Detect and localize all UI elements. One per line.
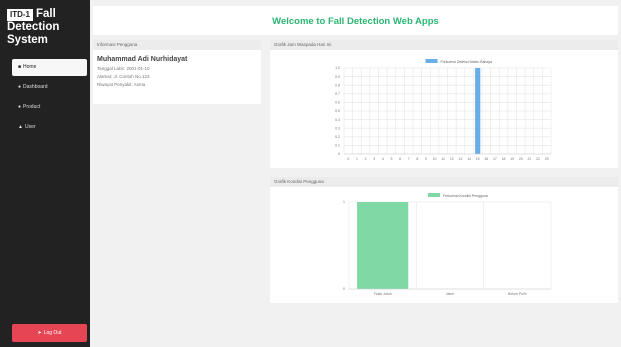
y-tick-label: 0.6 <box>335 101 340 105</box>
legend-swatch <box>425 59 438 63</box>
y-tick-label: 0.1 <box>335 144 340 148</box>
y-tick-label: 1 <box>343 200 345 204</box>
condition-chart-title: Grafik Kondisi Pengguna <box>270 177 618 187</box>
user-address: Alamat: Jl. Contoh No.123 <box>97 74 150 79</box>
user-name: Muhammad Adi Nurhidayat <box>97 56 188 63</box>
home-icon: ■ <box>18 64 22 70</box>
sidebar-item-label: Home <box>23 64 37 70</box>
x-tick-label: 5 <box>390 157 392 161</box>
logout-icon: ➤ <box>37 330 42 336</box>
sidebar-item-product[interactable]: ● Product <box>12 99 87 116</box>
x-tick-label: 16 <box>484 157 488 161</box>
page-title: Welcome to Fall Detection Web Apps <box>272 16 439 27</box>
legend-swatch <box>428 193 440 197</box>
bar <box>357 202 409 289</box>
y-tick-label: 1.0 <box>335 66 340 70</box>
x-tick-label: 18 <box>502 157 506 161</box>
y-tick-label: 0.8 <box>335 83 340 87</box>
x-tick-label: 2 <box>365 157 367 161</box>
user-medical-history: Riwayat Penyakit: Asma <box>97 82 146 87</box>
y-tick-label: 0.2 <box>335 135 340 139</box>
x-tick-label: 15 <box>476 157 480 161</box>
product-icon: ● <box>18 104 22 110</box>
x-tick-label: 7 <box>408 157 410 161</box>
app-logo: ITD-1 Fall Detection System <box>7 8 89 47</box>
user-birthdate: Tanggal Lahir: 2001-01-10 <box>97 66 150 71</box>
condition-chart-card: Grafik Kondisi Pengguna Frekuensi Kondis… <box>270 177 618 303</box>
x-tick-label: Belum Pulih <box>508 292 527 296</box>
x-tick-label: 6 <box>399 157 401 161</box>
x-tick-label: 13 <box>458 157 462 161</box>
x-tick-label: 20 <box>519 157 523 161</box>
logout-button[interactable]: ➤ Log Out <box>12 324 87 342</box>
x-tick-label: 11 <box>441 157 445 161</box>
y-tick-label: 0.9 <box>335 75 340 79</box>
x-tick-label: 19 <box>510 157 514 161</box>
x-tick-label: 0 <box>347 157 349 161</box>
logout-label: Log Out <box>43 330 62 336</box>
x-tick-label: 12 <box>450 157 454 161</box>
y-tick-label: 0 <box>338 152 340 156</box>
sidebar-item-home[interactable]: ■ Home <box>12 59 87 76</box>
y-tick-label: 0.3 <box>335 126 340 130</box>
legend-label: Frekuensi Kondisi Pengguna <box>443 194 488 198</box>
hourly-chart: Frekuensi Deteksi Waktu Bahaya 0 0.1 0.2 0.3… <box>335 59 552 161</box>
sidebar-item-label: Product <box>23 104 41 110</box>
y-tick-label: 0.4 <box>335 118 340 122</box>
y-tick-label: 0.5 <box>335 109 340 113</box>
x-tick-label: Jatuh <box>446 292 455 296</box>
x-tick-label: 9 <box>425 157 427 161</box>
logo-badge: ITD-1 <box>7 9 33 21</box>
hourly-chart-title: Grafik Jam Waspada Hari Ini <box>270 40 618 50</box>
condition-chart: Frekuensi Kondisi Pengguna 0 1 Tidak Jatuh J… <box>343 193 552 296</box>
x-tick-label: 3 <box>373 157 375 161</box>
dashboard-icon: ● <box>18 84 22 90</box>
x-tick-label: 8 <box>416 157 418 161</box>
bar <box>475 68 481 154</box>
x-tick-label: 10 <box>433 157 437 161</box>
user-info-card-title: Informasi Pengguna <box>93 40 261 50</box>
sidebar-item-label: Dashboard <box>23 84 48 90</box>
x-tick-label: 17 <box>493 157 497 161</box>
legend-label: Frekuensi Deteksi Waktu Bahaya <box>441 60 493 64</box>
sidebar-item-user[interactable]: ▲ User <box>12 119 87 136</box>
sidebar: ITD-1 Fall Detection System ■ Home ● Dashbo… <box>0 0 90 347</box>
x-tick-label: 4 <box>382 157 384 161</box>
y-tick-label: 0 <box>343 287 345 291</box>
x-tick-label: 23 <box>545 157 549 161</box>
x-tick-label: 22 <box>536 157 540 161</box>
sidebar-item-dashboard[interactable]: ● Dashboard <box>12 79 87 96</box>
user-info-card: Informasi Pengguna Muhammad Adi Nurhiday… <box>93 40 261 104</box>
user-icon: ▲ <box>18 124 23 130</box>
page-header: Welcome to Fall Detection Web Apps <box>93 6 618 35</box>
sidebar-nav: ■ Home ● Dashboard ● Product ▲ User <box>12 59 87 139</box>
x-tick-label: 1 <box>356 157 358 161</box>
hourly-chart-card: Grafik Jam Waspada Hari Ini Frekuensi De… <box>270 40 618 168</box>
x-tick-label: Tidak Jatuh <box>374 292 392 296</box>
sidebar-item-label: User <box>24 124 36 130</box>
x-tick-label: 14 <box>467 157 471 161</box>
x-tick-label: 21 <box>527 157 531 161</box>
y-tick-label: 0.7 <box>335 92 340 96</box>
